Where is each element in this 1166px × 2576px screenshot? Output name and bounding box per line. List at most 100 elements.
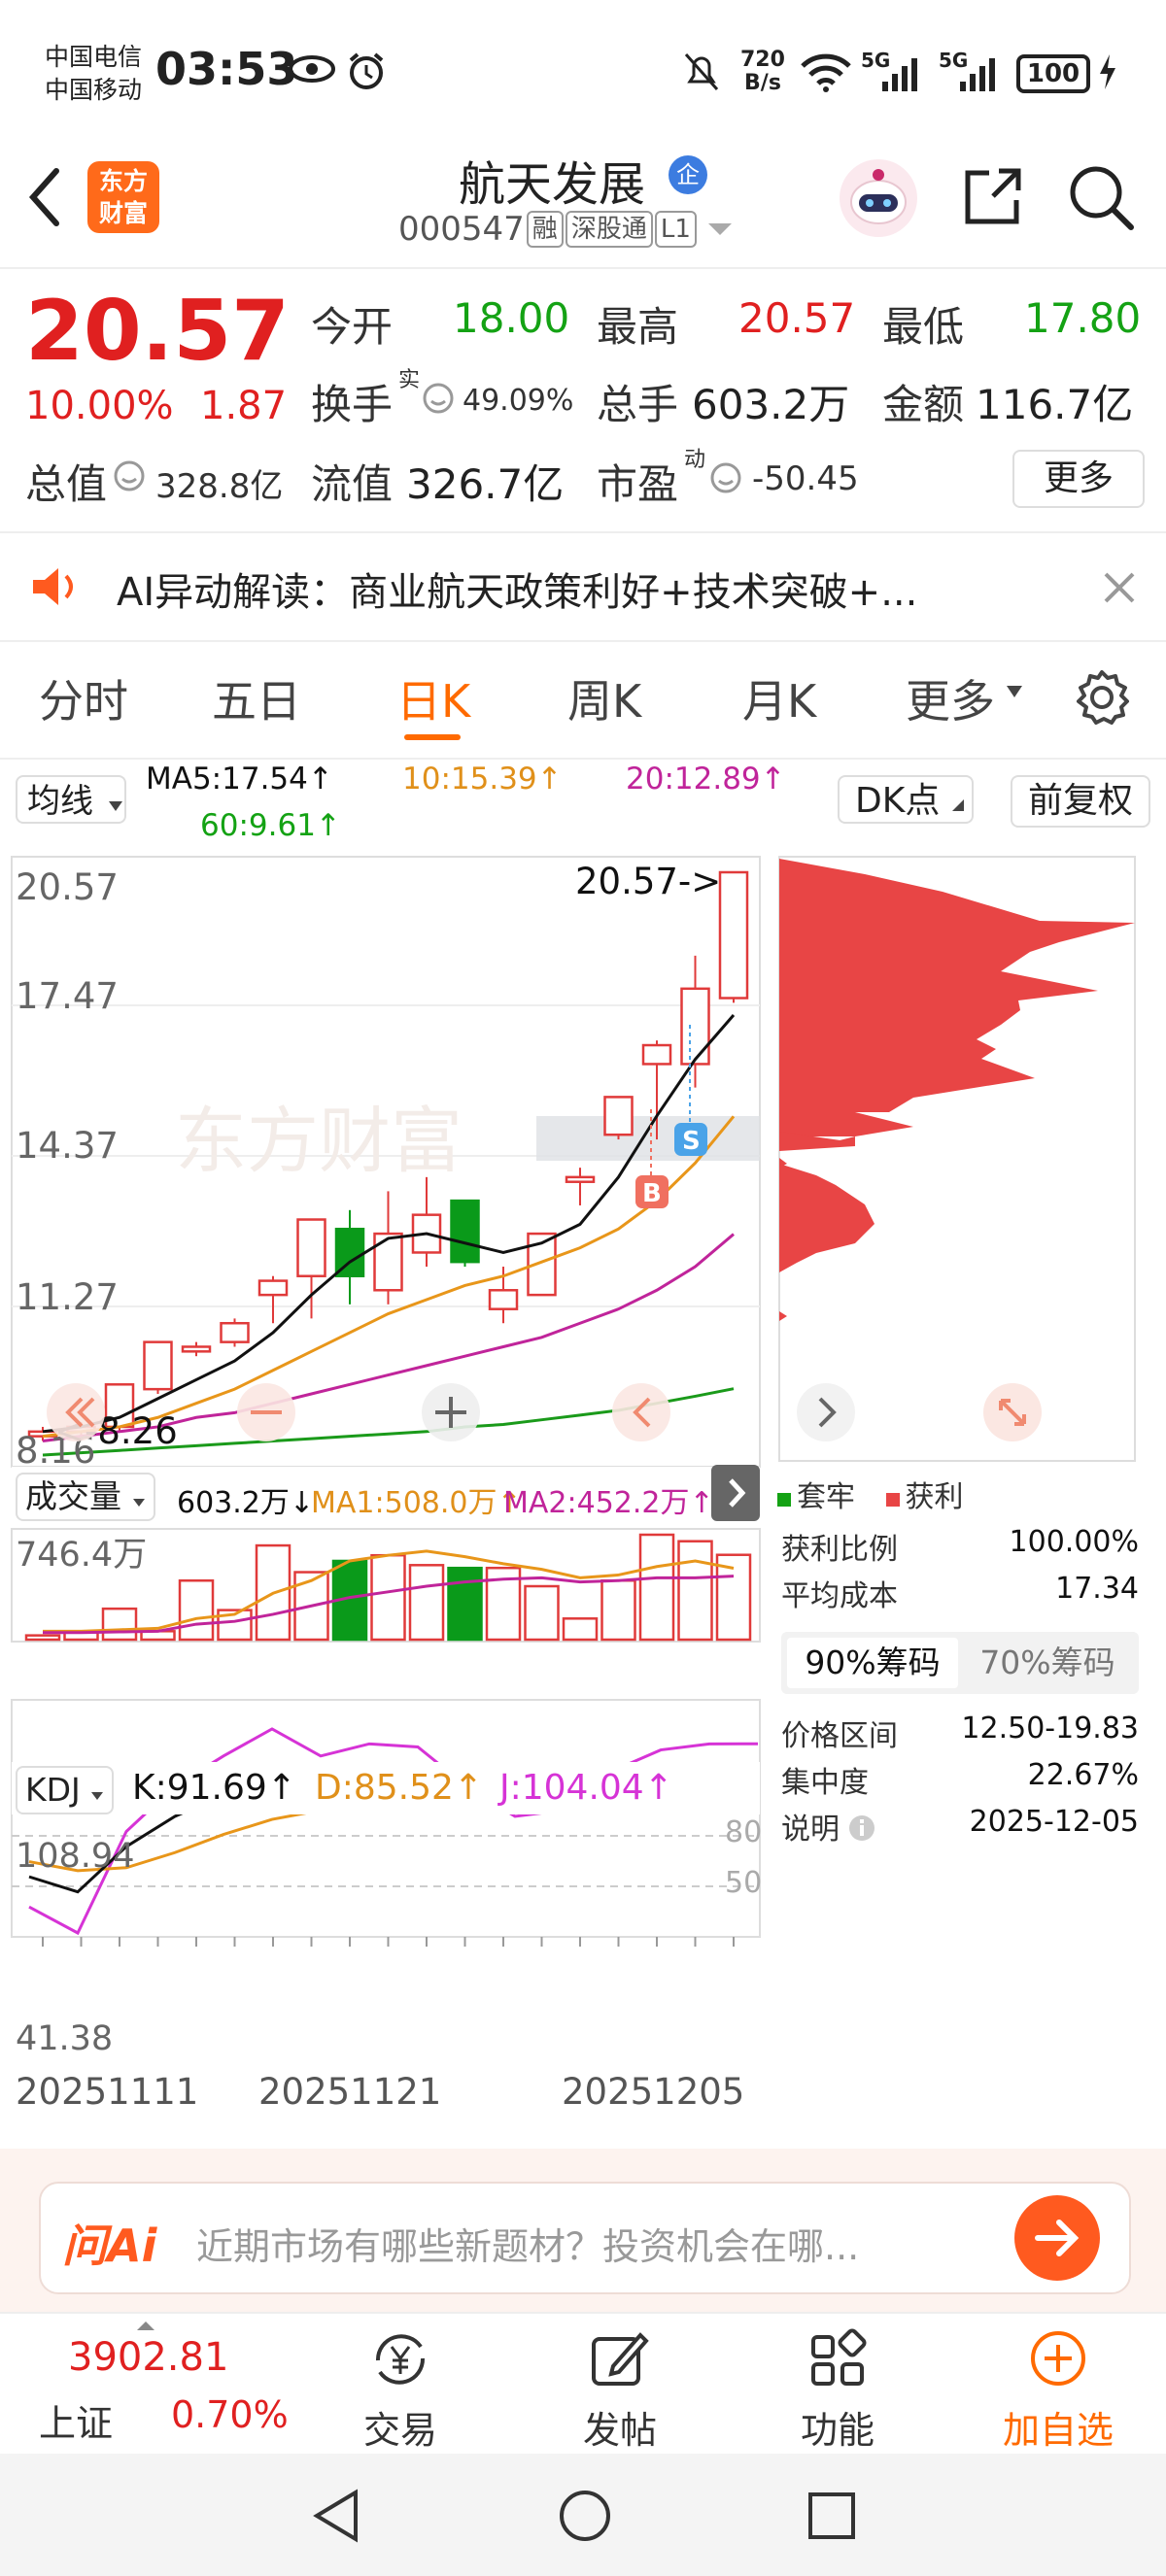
tab-five-day[interactable]: 五日 [212,666,301,730]
volume-bar [178,1578,215,1642]
tab-daily-k[interactable]: 日K [396,666,470,730]
stock-code: 000547 [398,210,525,249]
edit-icon [592,2332,649,2386]
tab-more[interactable]: 更多 [906,666,995,730]
carrier-2: 中国移动 [45,76,143,104]
float-label: 流值 [311,460,394,508]
chip-zone-highlight [536,1116,760,1161]
nav-functions[interactable]: 功能 [789,2327,886,2454]
info-face-icon[interactable] [113,459,146,492]
kdj-k-value: K:91.69↑ [132,1768,296,1808]
bottom-nav: 3902.81 上证 0.70% 交易 发帖 功能 加自选 [0,2312,1166,2456]
volume-bar [101,1607,138,1642]
back-icon[interactable] [25,165,64,229]
volume-bar [447,1566,483,1642]
back-triangle-icon[interactable] [309,2487,363,2545]
pe-sup: 动 [684,448,706,472]
kdj-y-top: 108.94 [16,1837,134,1876]
turnover-label: 换手 [311,381,394,428]
dk-points-button[interactable]: DK点 [838,775,974,824]
ai-search-placeholder: 近期市场有哪些新题材？投资机会在哪... [196,2225,860,2268]
candle-body [603,1096,634,1136]
volume-selector[interactable]: 成交量 [16,1473,155,1521]
grid-apps-icon [811,2328,867,2386]
net-speed: 720 B/s [740,48,785,95]
chevron-right-icon [729,1478,746,1508]
kdj-50-label: 50 [725,1866,762,1900]
nav-trade[interactable]: 交易 [352,2327,449,2454]
candle-body [488,1289,519,1310]
caret-down-icon [91,1792,104,1800]
volume-value: 603.2万 [692,381,850,428]
amount-label: 金额 [882,381,965,428]
tag-margin: 融 [526,211,564,248]
candle-body [718,870,749,1000]
volume-bar [638,1533,675,1642]
volume-label: 总手 [597,381,679,428]
info-face-icon[interactable] [709,461,742,494]
chip-range-tabs: 90%筹码 70%筹码 [781,1632,1139,1694]
close-icon[interactable] [1100,568,1139,607]
last-price-marker: 20.57-> [575,861,721,902]
volume-bar [408,1564,445,1642]
open-value: 18.00 [453,294,570,342]
ai-robot-avatar-icon[interactable] [838,157,919,239]
info-face-icon[interactable] [422,382,455,415]
corner-caret-icon [951,799,964,811]
ai-submit-button[interactable] [1014,2195,1100,2281]
chip-row-profit-ratio: 获利比例 100.00% [781,1525,1139,1567]
kdj-y-bottom: 41.38 [16,2019,113,2058]
ai-search-box[interactable]: 问Ai 近期市场有哪些新题材？投资机会在哪... [39,2182,1131,2294]
signal-2-icon [960,58,995,91]
yen-cycle-icon [375,2334,426,2385]
tab-intraday[interactable]: 分时 [39,666,128,730]
more-button[interactable]: 更多 [1012,450,1145,508]
adjust-button[interactable]: 前复权 [1011,775,1150,828]
volume-header: 成交量 603.2万↓ MA1:508.0万↑ MA2:452.2万↑ [12,1467,760,1525]
chip-stats-2: 价格区间 12.50-19.83 集中度 22.67% 说明 2025-12-05 [781,1712,1139,1851]
legend-trapped-label: 套牢 [797,1480,855,1514]
open-label: 今开 [311,303,394,351]
chart-back-button[interactable] [612,1383,670,1441]
quote-panel: 20.57 10.00% 1.87 今开 18.00 最高 20.57 最低 1… [0,269,1166,529]
chip-row-avg-cost: 平均成本 17.34 [781,1572,1139,1613]
change-amount: 1.87 [200,384,288,428]
index-name: 上证 [39,2402,114,2445]
tab-weekly-k[interactable]: 周K [567,666,641,730]
mktcap-value: 328.8亿 [155,467,284,506]
nav-add-watchlist[interactable]: 加自选 [995,2327,1121,2454]
info-icon[interactable] [847,1813,876,1843]
last-price: 20.57 [25,283,291,380]
search-icon[interactable] [1067,163,1135,231]
kdj-80-label: 80 [725,1815,762,1849]
home-circle-icon[interactable] [556,2487,614,2545]
stock-code-row[interactable]: 000547 融 深股通 L1 [398,210,734,249]
chip-distribution-chart[interactable] [777,855,1137,1465]
add-circle-icon [1031,2331,1085,2386]
alarm-icon [349,52,384,89]
x-label-1: 20251111 [16,2071,198,2113]
arrow-right-icon [1035,2220,1080,2256]
index-value[interactable]: 3902.81 [68,2335,228,2380]
share-icon[interactable] [960,165,1024,229]
chart-prev-button[interactable] [47,1383,105,1441]
mute-bell-icon [684,53,719,90]
stock-header: 东方 财富 航天发展 企 000547 融 深股通 L1 [0,146,1166,269]
recents-square-icon[interactable] [805,2489,859,2543]
nav-post[interactable]: 发帖 [571,2327,669,2454]
low-value: 17.80 [1024,294,1142,342]
change-percent: 10.00% [25,384,174,428]
chip-next-button[interactable] [797,1383,855,1441]
ai-insight-banner[interactable]: AI异动解读：商业航天政策利好+技术突破+... [0,531,1166,642]
tab-monthly-k[interactable]: 月K [742,666,816,730]
ma-selector[interactable]: 均线 [16,775,126,824]
chip-row-concentration: 集中度 22.67% [781,1758,1139,1800]
volume-bar [524,1584,560,1642]
settings-gear-icon[interactable] [1073,668,1131,727]
candle-body [257,1279,289,1297]
system-nav-bar [0,2454,1166,2576]
kdj-selector[interactable]: KDJ [16,1766,115,1814]
tab-chip-90[interactable]: 90%筹码 [787,1638,958,1688]
tab-chip-70[interactable]: 70%筹码 [962,1638,1133,1688]
expand-panel-button[interactable] [711,1465,760,1521]
